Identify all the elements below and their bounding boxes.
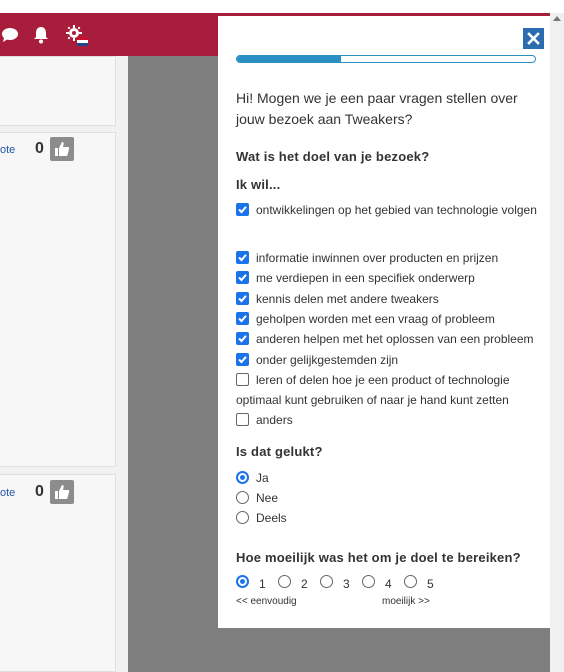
goal-option-label: informatie inwinnen over producten en pr…: [256, 251, 499, 265]
content-card: ote 0: [0, 474, 116, 672]
survey-panel: Hi! Mogen we je een paar vragen stellen …: [218, 16, 550, 628]
content-card: [0, 56, 116, 126]
difficulty-label: 4: [385, 577, 392, 591]
goal-option[interactable]: kennis delen met andere tweakers: [236, 289, 541, 309]
checkbox-checked[interactable]: [236, 292, 249, 305]
goal-option[interactable]: ontwikkelingen op het gebied van technol…: [236, 200, 541, 220]
difficulty-radio[interactable]: [278, 575, 291, 588]
vote-count: 0: [35, 140, 44, 157]
scale-low-label: << eenvoudig: [236, 596, 297, 607]
success-radio[interactable]: [236, 471, 249, 484]
checkbox-checked[interactable]: [236, 353, 249, 366]
question-success: Is dat gelukt?: [236, 444, 323, 459]
success-option-label: Ja: [256, 471, 269, 485]
checkbox-checked[interactable]: [236, 312, 249, 325]
page-content-left: ote 0 ote 0: [0, 56, 128, 672]
checkbox-checked[interactable]: [236, 203, 249, 216]
settings-flag-icon[interactable]: [64, 25, 90, 46]
content-card: ote 0: [0, 132, 116, 467]
page-scrollbar[interactable]: [550, 13, 564, 672]
goal-option-label: leren of delen hoe je een product of tec…: [236, 373, 510, 407]
checkbox-checked[interactable]: [236, 251, 249, 264]
checkbox-checked[interactable]: [236, 271, 249, 284]
question-difficulty: Hoe moeilijk was het om je doel te berei…: [236, 550, 521, 565]
goal-option-label: ontwikkelingen op het gebied van technol…: [256, 203, 537, 217]
scroll-up-icon[interactable]: [553, 16, 561, 21]
survey-intro: Hi! Mogen we je een paar vragen stellen …: [236, 90, 518, 127]
success-option-label: Deels: [256, 511, 287, 525]
checkbox-unchecked[interactable]: [236, 413, 249, 426]
goal-option[interactable]: anderen helpen met het oplossen van een …: [236, 329, 541, 349]
vote-count: 0: [35, 483, 44, 500]
bell-icon[interactable]: [31, 25, 51, 45]
vote-link[interactable]: ote: [0, 144, 15, 156]
difficulty-radio[interactable]: [236, 575, 249, 588]
difficulty-radio[interactable]: [320, 575, 333, 588]
goal-option[interactable]: onder gelijkgestemden zijn: [236, 350, 541, 370]
difficulty-radio[interactable]: [404, 575, 417, 588]
success-radio[interactable]: [236, 511, 249, 524]
goal-option[interactable]: anders: [236, 410, 541, 430]
close-icon: [527, 32, 540, 45]
chat-icon[interactable]: [0, 25, 20, 45]
progress-fill: [237, 56, 342, 62]
goal-option-label: geholpen worden met een vraag of problee…: [256, 312, 495, 326]
browser-top-strip: [0, 0, 564, 13]
checkbox-checked[interactable]: [236, 332, 249, 345]
goal-option[interactable]: geholpen worden met een vraag of problee…: [236, 309, 541, 329]
goal-option-label: anderen helpen met het oplossen van een …: [256, 332, 534, 346]
difficulty-label: 1: [259, 577, 266, 591]
goal-option-label: kennis delen met andere tweakers: [256, 292, 439, 306]
thumbs-up-icon[interactable]: [50, 137, 74, 161]
goal-option[interactable]: me verdiepen in een specifiek onderwerp: [236, 268, 541, 288]
survey-progress-bar: [236, 55, 536, 63]
difficulty-label: 2: [301, 577, 308, 591]
vote-link[interactable]: ote: [0, 487, 15, 499]
question-goal: Wat is het doel van je bezoek?: [236, 149, 430, 164]
difficulty-label: 5: [427, 577, 434, 591]
success-radio[interactable]: [236, 491, 249, 504]
close-button[interactable]: [523, 28, 544, 49]
checkbox-unchecked[interactable]: [236, 373, 249, 386]
thumbs-up-icon[interactable]: [50, 480, 74, 504]
difficulty-label: 3: [343, 577, 350, 591]
goal-option-label: anders: [256, 413, 293, 427]
question-goal-sub: Ik wil...: [236, 177, 281, 192]
goal-option[interactable]: informatie inwinnen over producten en pr…: [236, 248, 541, 268]
scale-high-label: moeilijk >>: [382, 596, 430, 607]
goal-option[interactable]: leren of delen hoe je een product of tec…: [236, 370, 541, 410]
success-option-label: Nee: [256, 491, 279, 505]
goal-option-label: me verdiepen in een specifiek onderwerp: [256, 271, 475, 285]
difficulty-radio[interactable]: [362, 575, 375, 588]
goal-option-label: onder gelijkgestemden zijn: [256, 353, 399, 367]
